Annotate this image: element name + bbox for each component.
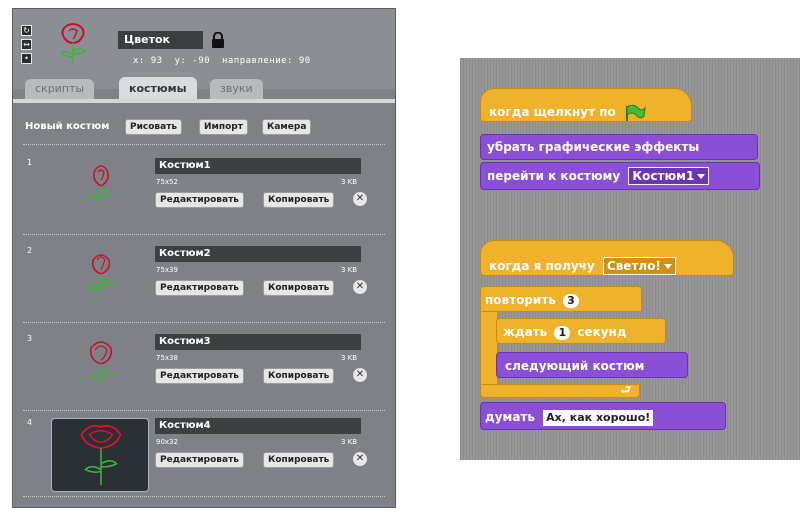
x-coordinate: x: 93 (133, 56, 163, 66)
costume-thumbnail (88, 165, 112, 203)
when-flag-clicked-block[interactable]: когда щелкнут по (480, 88, 692, 122)
costume-thumbnail (51, 418, 149, 492)
clear-effects-block[interactable]: убрать графические эффекты (480, 134, 758, 160)
delete-icon[interactable]: ✕ (353, 452, 367, 466)
costume-filesize: 3 KB (341, 438, 358, 446)
edit-button[interactable]: Редактировать (155, 452, 244, 468)
wait-label: ждать (503, 325, 548, 339)
sprite-coordinates: x: 93 y: -90 направление: 90 (133, 56, 317, 66)
rotation-full-icon[interactable]: ↻ (21, 25, 32, 36)
message-dropdown[interactable]: Светло! (602, 257, 676, 275)
costume-filesize: 3 KB (341, 266, 358, 274)
think-block[interactable]: думать Ах, как хорошо! (480, 402, 726, 430)
sprite-header: ↻ ↔ • Цветок x: 93 y: -90 направление: 9… (13, 9, 395, 89)
hat-label: когда я получу (489, 259, 595, 273)
when-i-receive-block[interactable]: когда я получу Светло! (480, 240, 734, 276)
repeat-label: повторить (485, 293, 556, 307)
paint-button[interactable]: Рисовать (125, 119, 183, 135)
divider (23, 410, 385, 411)
edit-button[interactable]: Редактировать (155, 368, 244, 384)
delete-icon[interactable]: ✕ (353, 368, 367, 382)
costume-dropdown[interactable]: Костюм1 (628, 167, 710, 185)
direction: направление: 90 (221, 56, 311, 66)
y-coordinate: y: -90 (174, 56, 211, 66)
loop-arrow-icon: ⮐ (620, 383, 631, 397)
costume-item-selected[interactable]: 4 Костюм4 90x32 3 KB Редактировать Копир… (23, 414, 385, 499)
costume-item[interactable]: 3 Костюм3 75x38 3 KB Редактировать Копир… (23, 330, 385, 415)
import-button[interactable]: Импорт (199, 119, 248, 135)
costume-size: 75x38 (156, 354, 178, 362)
costume-size: 90x32 (156, 438, 178, 446)
costume-filesize: 3 KB (341, 354, 358, 362)
costume-thumbnail (88, 254, 115, 293)
sprite-panel: ↻ ↔ • Цветок x: 93 y: -90 направление: 9… (12, 8, 396, 508)
switch-costume-block[interactable]: перейти к костюму Костюм1 (480, 162, 760, 190)
copy-button[interactable]: Копировать (263, 368, 335, 384)
costume-name-field[interactable]: Костюм3 (155, 334, 361, 350)
edit-button[interactable]: Редактировать (155, 192, 244, 208)
costume-number: 3 (27, 334, 33, 343)
costume-name-field[interactable]: Костюм1 (155, 158, 361, 174)
switch-label: перейти к костюму (487, 169, 621, 183)
think-text-input[interactable]: Ах, как хорошо! (543, 410, 654, 426)
divider (23, 144, 385, 145)
tab-divider (13, 99, 395, 103)
camera-button[interactable]: Камера (262, 119, 312, 135)
script-area[interactable]: когда щелкнут по убрать графические эффе… (460, 58, 800, 460)
sprite-thumbnail (59, 23, 87, 65)
costume-number: 2 (27, 246, 33, 255)
tab-costumes[interactable]: костюмы (119, 77, 197, 101)
delete-icon[interactable]: ✕ (353, 192, 367, 206)
wait-unit-label: секунд (577, 325, 627, 339)
green-flag-icon (625, 104, 646, 121)
repeat-block[interactable]: повторить 3 (480, 286, 642, 312)
repeat-block-footer: ⮐ (480, 383, 640, 398)
next-costume-block[interactable]: следующий костюм (496, 352, 688, 378)
costume-size: 75x52 (156, 178, 178, 186)
lock-icon[interactable] (211, 32, 225, 48)
costume-thumbnail (87, 341, 114, 382)
costume-number: 4 (27, 418, 33, 427)
divider (23, 496, 385, 497)
tab-sounds[interactable]: звуки (210, 79, 263, 99)
costume-filesize: 3 KB (341, 178, 358, 186)
costume-size: 75x39 (156, 266, 178, 274)
costume-item[interactable]: 2 Костюм2 75x39 3 KB Редактировать Копир… (23, 242, 385, 327)
costume-number: 1 (27, 158, 33, 167)
divider (23, 322, 385, 323)
new-costume-label: Новый костюм (25, 121, 110, 132)
hat-label: когда щелкнут по (489, 105, 616, 119)
wait-seconds-input[interactable]: 1 (554, 326, 571, 340)
edit-button[interactable]: Редактировать (155, 280, 244, 296)
costume-name-field[interactable]: Костюм2 (155, 246, 361, 262)
think-label: думать (485, 410, 535, 424)
delete-icon[interactable]: ✕ (353, 280, 367, 294)
copy-button[interactable]: Копировать (263, 452, 335, 468)
costume-name-field[interactable]: Костюм4 (155, 418, 361, 434)
rotation-none-icon[interactable]: • (21, 53, 32, 64)
wait-block[interactable]: ждать 1 секунд (496, 318, 666, 344)
sprite-name-field[interactable]: Цветок (118, 31, 203, 49)
costume-item[interactable]: 1 Костюм1 75x52 3 KB Редактировать Копир… (23, 154, 385, 239)
repeat-count-input[interactable]: 3 (563, 294, 579, 308)
copy-button[interactable]: Копировать (263, 192, 335, 208)
rotation-flip-icon[interactable]: ↔ (21, 39, 32, 50)
tab-bar: скрипты костюмы звуки (25, 77, 385, 101)
divider (23, 234, 385, 235)
tab-scripts[interactable]: скрипты (25, 79, 95, 99)
copy-button[interactable]: Копировать (263, 280, 335, 296)
